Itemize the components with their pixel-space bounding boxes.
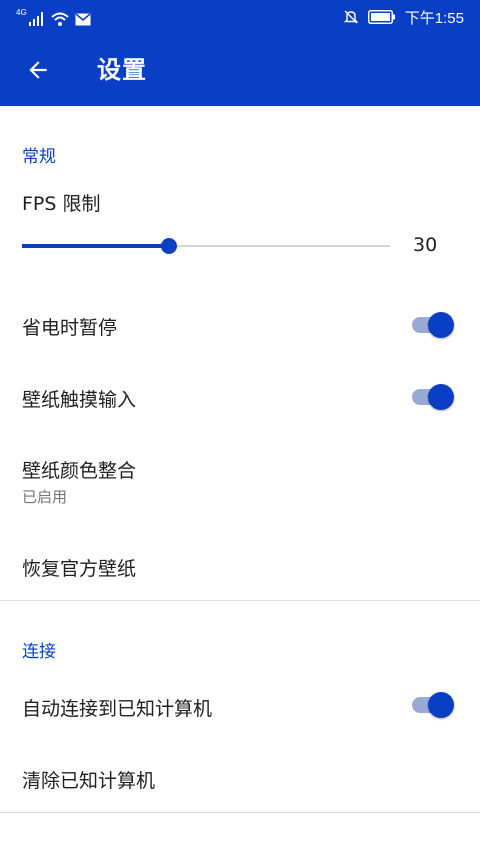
section-header-general: 常规 — [22, 147, 56, 167]
fps-limit-title: FPS 限制 — [22, 193, 101, 215]
wallpaper-color-integration-title[interactable]: 壁纸颜色整合 — [22, 456, 136, 483]
section-header-connection: 连接 — [22, 642, 56, 662]
slider-fill — [22, 244, 169, 248]
auto-connect-toggle[interactable] — [412, 690, 456, 720]
status-left-icons: 4G — [16, 6, 91, 26]
network-type-label: 4G — [16, 8, 27, 17]
clear-known-computers-item[interactable]: 清除已知计算机 — [22, 766, 155, 793]
app-bar: 设置 — [0, 34, 480, 106]
pause-on-battery-saver-title: 省电时暂停 — [22, 317, 118, 339]
fps-limit-slider[interactable] — [22, 236, 390, 256]
status-time: 下午1:55 — [404, 9, 464, 27]
wallpaper-touch-input-toggle[interactable] — [412, 382, 456, 412]
toggle-thumb — [428, 692, 454, 718]
back-button[interactable] — [14, 46, 62, 94]
section-divider — [0, 600, 480, 601]
bell-off-icon — [343, 10, 358, 24]
toggle-thumb — [428, 384, 454, 410]
restore-official-wallpaper-item[interactable]: 恢复官方壁纸 — [22, 554, 136, 581]
section-divider — [0, 812, 480, 813]
arrow-left-icon — [29, 61, 47, 79]
page-title: 设置 — [97, 56, 147, 84]
wifi-icon — [51, 12, 69, 26]
auto-connect-title: 自动连接到已知计算机 — [22, 698, 213, 720]
toggle-thumb — [428, 312, 454, 338]
battery-icon — [367, 10, 395, 24]
wallpaper-touch-input-title: 壁纸触摸输入 — [22, 389, 137, 411]
mail-icon — [75, 13, 91, 26]
status-bar: 4G 下午1:55 — [0, 0, 480, 34]
signal-icon — [28, 12, 43, 26]
slider-thumb[interactable] — [161, 238, 177, 254]
fps-limit-value: 30 — [413, 234, 438, 256]
wallpaper-color-integration-summary: 已启用 — [22, 488, 68, 506]
status-right-icons: 下午1:55 — [343, 6, 464, 28]
pause-on-battery-saver-toggle[interactable] — [412, 310, 456, 340]
